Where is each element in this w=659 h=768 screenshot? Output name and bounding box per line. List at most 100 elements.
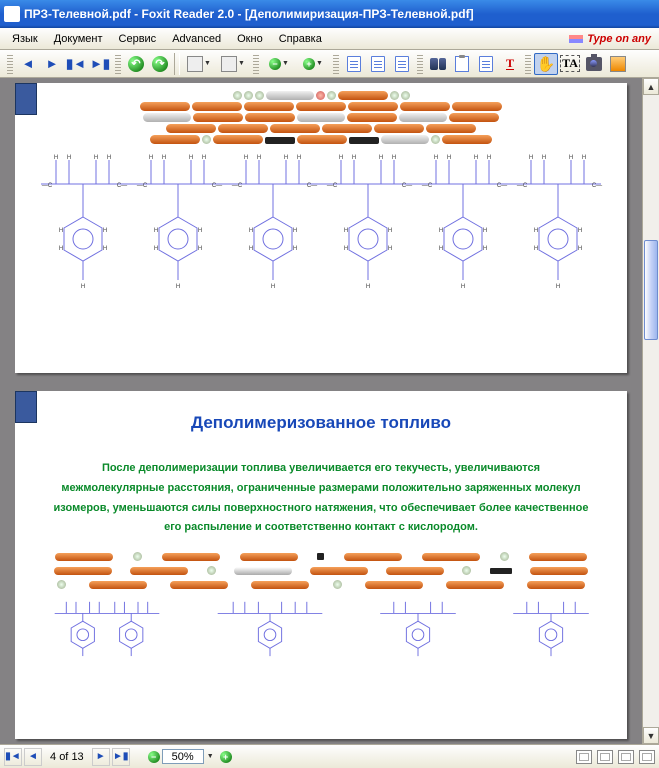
nav-back-button[interactable]: ↶ (124, 53, 148, 75)
svg-text:H: H (271, 284, 275, 290)
nav-fwd-button[interactable]: ↷ (148, 53, 172, 75)
zoom-in-button[interactable]: +▼ (296, 53, 330, 75)
svg-text:H: H (388, 246, 392, 252)
next-page-nav[interactable]: ► (92, 748, 110, 766)
typewriter-button[interactable]: T (498, 53, 522, 75)
svg-text:H: H (542, 155, 546, 161)
small-molecules-row (15, 595, 627, 659)
svg-text:H: H (483, 228, 487, 234)
svg-text:H: H (297, 155, 301, 161)
svg-text:H: H (534, 228, 538, 234)
svg-text:H: H (249, 246, 253, 252)
scroll-down-button[interactable]: ▼ (643, 727, 659, 744)
clipboard-button[interactable] (450, 53, 474, 75)
hand-tool-button[interactable]: ✋ (534, 53, 558, 75)
zoom-in-status[interactable]: + (220, 751, 232, 763)
typewriter-icon: T (506, 56, 514, 71)
form-button[interactable] (474, 53, 498, 75)
menu-lang[interactable]: Язык (4, 31, 46, 47)
svg-text:H: H (392, 155, 396, 161)
document-viewport[interactable]: HHHH HHHH HHHH HHHH HHHH HHHH HHHHHH HHH… (0, 78, 659, 744)
toolbar-grip[interactable] (7, 54, 13, 74)
typeon-icon (569, 35, 583, 43)
misc-button[interactable] (606, 53, 630, 75)
last-icon: ►▮ (90, 56, 110, 72)
toolbar-grip-3[interactable] (253, 54, 259, 74)
pdf-page-4: Деполимеризованное топливо После деполим… (15, 391, 627, 739)
zoom-out-status[interactable]: − (148, 751, 160, 763)
page-tab[interactable] (15, 83, 37, 115)
svg-text:H: H (154, 228, 158, 234)
page-current: 4 (50, 751, 56, 763)
svg-text:H: H (434, 155, 438, 161)
scroll-up-button[interactable]: ▲ (643, 78, 659, 95)
svg-text:H: H (379, 155, 383, 161)
view-cont-facing-icon[interactable] (639, 750, 655, 764)
fit-width-icon (395, 56, 409, 72)
page-total: 13 (71, 751, 83, 763)
page-sep: of (59, 751, 68, 763)
svg-text:H: H (249, 228, 253, 234)
page-tab[interactable] (15, 391, 37, 423)
prev-page-nav[interactable]: ◄ (24, 748, 42, 766)
svg-text:H: H (529, 155, 533, 161)
view-continuous-icon[interactable] (597, 750, 613, 764)
svg-text:H: H (344, 246, 348, 252)
svg-text:—C: —C (422, 183, 433, 189)
menu-help[interactable]: Справка (271, 31, 330, 47)
svg-text:C—: C— (497, 183, 507, 189)
first-page-button[interactable]: ▮◄ (64, 53, 88, 75)
prev-page-button[interactable]: ◄ (16, 53, 40, 75)
undo-button[interactable]: ▼ (216, 53, 250, 75)
last-page-button[interactable]: ►▮ (88, 53, 112, 75)
snapshot-button[interactable] (582, 53, 606, 75)
toolbar-grip-4[interactable] (333, 54, 339, 74)
select-text-button[interactable]: TA (558, 53, 582, 75)
dropdown-icon: ▼ (238, 60, 245, 67)
dropdown-icon: ▼ (282, 60, 289, 67)
svg-text:H: H (149, 155, 153, 161)
find-button[interactable] (426, 53, 450, 75)
first-page-nav[interactable]: ▮◄ (4, 748, 22, 766)
svg-text:H: H (578, 246, 582, 252)
menu-advanced[interactable]: Advanced (164, 31, 229, 47)
toolbar-grip-5[interactable] (417, 54, 423, 74)
view-facing-icon[interactable] (618, 750, 634, 764)
form-icon (479, 56, 493, 72)
svg-text:—C: —C (517, 183, 528, 189)
prev-icon: ◄ (22, 56, 35, 71)
svg-text:H: H (293, 228, 297, 234)
zoom-out-button[interactable]: −▼ (262, 53, 296, 75)
view-single-icon[interactable] (576, 750, 592, 764)
menu-document[interactable]: Документ (46, 31, 111, 47)
fit-page-button[interactable] (366, 53, 390, 75)
scroll-track[interactable] (643, 95, 659, 727)
scroll-thumb[interactable] (644, 240, 658, 340)
binoculars-icon (430, 58, 446, 70)
zoom-input[interactable] (162, 749, 204, 764)
toolbar-grip-6[interactable] (525, 54, 531, 74)
depolymer-brick-diagram (51, 552, 591, 589)
menu-window[interactable]: Окно (229, 31, 271, 47)
svg-text:H: H (81, 284, 85, 290)
next-page-button[interactable]: ► (40, 53, 64, 75)
svg-text:H: H (439, 246, 443, 252)
vertical-scrollbar[interactable]: ▲ ▼ (642, 78, 659, 744)
fit-width-button[interactable] (390, 53, 414, 75)
svg-text:H: H (483, 246, 487, 252)
svg-text:H: H (202, 155, 206, 161)
svg-text:H: H (534, 246, 538, 252)
zoom-dropdown-icon[interactable]: ▼ (207, 753, 214, 760)
rotate-button[interactable]: ▼ (182, 53, 216, 75)
svg-text:H: H (366, 284, 370, 290)
menu-service[interactable]: Сервис (111, 31, 165, 47)
svg-text:H: H (257, 155, 261, 161)
svg-text:—C: —C (42, 183, 53, 189)
typeon-banner[interactable]: Type on any (569, 33, 655, 45)
toolbar-grip-2[interactable] (115, 54, 121, 74)
svg-text:H: H (103, 228, 107, 234)
clipboard-icon (455, 56, 469, 72)
last-page-nav[interactable]: ►▮ (112, 748, 130, 766)
actual-size-button[interactable] (342, 53, 366, 75)
svg-text:H: H (198, 228, 202, 234)
